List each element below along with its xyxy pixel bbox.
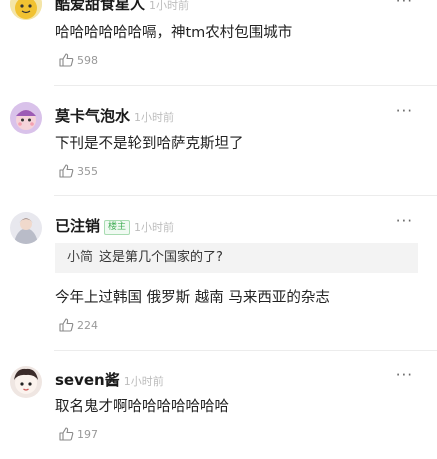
avatar[interactable] — [10, 102, 42, 134]
like-count: 598 — [77, 53, 98, 67]
more-dots-icon[interactable]: ··· — [396, 366, 413, 384]
comment-text: 下刊是不是轮到哈萨克斯坦了 — [55, 136, 244, 152]
more-dots-icon[interactable]: ··· — [396, 212, 413, 230]
divider — [54, 85, 437, 86]
avatar[interactable] — [10, 0, 42, 20]
avatar[interactable] — [10, 366, 42, 398]
username[interactable]: seven酱 — [55, 369, 120, 390]
like-button[interactable]: 197 — [59, 427, 98, 441]
comment-item: 酷爱甜食星人 1小时前 ··· 哈哈哈哈哈哈嗝，神tm农村包围城市 598 — [0, 0, 437, 88]
comment-header: 酷爱甜食星人 1小时前 — [55, 0, 189, 14]
like-button[interactable]: 598 — [59, 53, 98, 67]
quoted-reply[interactable]: 小简 这是第几个国家的了? — [55, 243, 418, 273]
comment-time: 1小时前 — [149, 0, 190, 12]
avatar[interactable] — [10, 212, 42, 244]
quoted-username[interactable]: 小简 — [67, 250, 93, 265]
thumbs-up-icon — [59, 53, 74, 67]
thumbs-up-icon — [59, 427, 74, 441]
divider — [54, 195, 437, 196]
comment-header: 已注销 楼主 1小时前 — [55, 215, 174, 237]
username[interactable]: 酷爱甜食星人 — [55, 0, 145, 14]
comment-header: 莫卡气泡水 1小时前 — [55, 105, 174, 126]
comment-time: 1小时前 — [123, 375, 164, 388]
comment-item: seven酱 1小时前 ··· 取名鬼才啊哈哈哈哈哈哈哈 197 — [0, 353, 437, 459]
comment-item: 莫卡气泡水 1小时前 ··· 下刊是不是轮到哈萨克斯坦了 355 — [0, 88, 437, 198]
comment-text: 哈哈哈哈哈哈嗝，神tm农村包围城市 — [55, 25, 293, 41]
comment-time: 1小时前 — [134, 221, 175, 234]
more-dots-icon[interactable]: ··· — [396, 0, 413, 10]
like-button[interactable]: 355 — [59, 164, 98, 178]
username[interactable]: 已注销 — [55, 215, 100, 236]
like-count: 355 — [77, 164, 98, 178]
more-dots-icon[interactable]: ··· — [396, 102, 413, 120]
comment-text: 取名鬼才啊哈哈哈哈哈哈哈 — [55, 399, 229, 415]
thumbs-up-icon — [59, 164, 74, 178]
comment-item: 已注销 楼主 1小时前 ··· 小简 这是第几个国家的了? 今年上过韩国 俄罗斯 … — [0, 198, 437, 350]
like-count: 224 — [77, 318, 98, 332]
divider — [54, 350, 437, 351]
like-count: 197 — [77, 427, 98, 441]
like-button[interactable]: 224 — [59, 318, 98, 332]
owner-badge: 楼主 — [104, 220, 131, 235]
comment-header: seven酱 1小时前 — [55, 369, 164, 390]
username[interactable]: 莫卡气泡水 — [55, 105, 130, 126]
comment-text: 今年上过韩国 俄罗斯 越南 马来西亚的杂志 — [55, 290, 330, 306]
comment-time: 1小时前 — [134, 111, 175, 124]
thumbs-up-icon — [59, 318, 74, 332]
quoted-text: 这是第几个国家的了? — [99, 250, 223, 265]
